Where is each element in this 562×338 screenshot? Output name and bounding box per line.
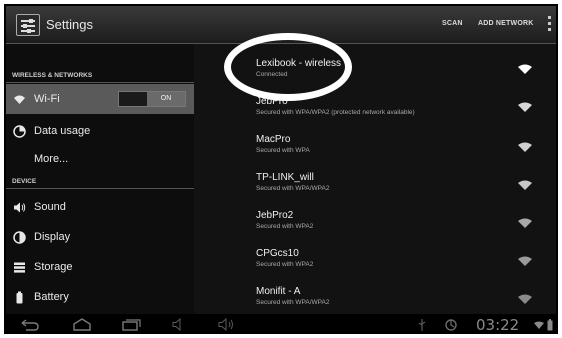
section-header-device: DEVICE — [12, 178, 37, 185]
add-network-button[interactable]: ADD NETWORK — [478, 20, 533, 27]
wifi-icon — [13, 93, 26, 106]
network-status: Secured with WPA2 — [256, 223, 314, 230]
sidebar-item-data-usage[interactable]: Data usage — [6, 116, 194, 146]
network-name: CPGcs10 — [256, 248, 299, 259]
network-item[interactable]: CPGcs10 Secured with WPA2 — [256, 248, 546, 268]
sidebar-item-display[interactable]: Display — [6, 222, 194, 252]
sidebar-item-storage[interactable]: Storage — [6, 252, 194, 282]
wifi-signal-icon — [518, 180, 532, 190]
sidebar-item-sound[interactable]: Sound — [6, 192, 194, 222]
sidebar-item-label: Sound — [34, 201, 66, 213]
wifi-signal-icon — [518, 64, 532, 74]
network-name: JebPro2 — [256, 210, 294, 221]
sidebar-item-label: Battery — [34, 291, 69, 303]
network-status: Secured with WPA — [256, 147, 310, 154]
section-header-wireless: WIRELESS & NETWORKS — [12, 72, 93, 79]
tablet-screen: Settings SCAN ADD NETWORK WIRELESS & NET… — [4, 4, 558, 334]
more-vertical-icon[interactable] — [548, 16, 552, 34]
wifi-signal-icon — [518, 256, 532, 266]
scan-button[interactable]: SCAN — [442, 20, 463, 27]
network-status: Secured with WPA/WPA2 — [256, 299, 330, 306]
network-name: Monifit - A — [256, 286, 301, 297]
wifi-signal-icon — [518, 218, 532, 228]
sync-icon — [445, 319, 457, 331]
network-item[interactable]: JebPro2 Secured with WPA2 — [256, 210, 546, 230]
network-status: Secured with WPA2 — [256, 261, 314, 268]
sidebar-item-label: More... — [34, 153, 69, 165]
clock: 03:22 — [476, 316, 520, 334]
wifi-status-icon — [534, 321, 544, 329]
sidebar-item-battery[interactable]: Battery — [6, 282, 194, 312]
toggle-on-label: ON — [147, 92, 185, 106]
sidebar-item-label: Data usage — [34, 125, 91, 137]
sidebar-item-label: Wi-Fi — [34, 93, 60, 105]
network-status: Secured with WPA/WPA2 (protected network… — [256, 109, 415, 116]
network-status: Secured with WPA/WPA2 — [256, 185, 330, 192]
battery-icon — [13, 291, 26, 304]
recent-apps-icon[interactable] — [122, 318, 142, 331]
home-icon[interactable] — [72, 318, 92, 331]
volume-down-icon[interactable] — [172, 318, 186, 331]
wifi-toggle[interactable]: ON — [118, 91, 186, 107]
storage-icon — [13, 261, 26, 274]
data-usage-icon — [13, 125, 26, 138]
usb-icon — [418, 319, 426, 331]
divider — [6, 188, 194, 189]
network-item[interactable]: MacPro Secured with WPA — [256, 134, 546, 154]
volume-up-icon[interactable] — [218, 318, 236, 331]
battery-status-icon — [547, 319, 553, 331]
wifi-signal-icon — [518, 142, 532, 152]
sidebar-item-label: Storage — [34, 261, 73, 273]
network-name: MacPro — [256, 134, 291, 145]
system-navigation-bar: 03:22 — [6, 314, 556, 334]
sidebar-item-wifi[interactable]: Wi-Fi ON — [6, 84, 194, 114]
highlight-circle — [224, 33, 352, 101]
brightness-icon — [13, 231, 26, 244]
sidebar-item-more[interactable]: More... — [6, 144, 194, 174]
network-item[interactable]: Monifit - A Secured with WPA/WPA2 — [256, 286, 546, 306]
settings-icon[interactable] — [16, 14, 40, 36]
divider — [6, 82, 194, 83]
network-item[interactable]: TP-LINK_will Secured with WPA/WPA2 — [256, 172, 546, 192]
sidebar-item-label: Display — [34, 231, 71, 243]
network-name: TP-LINK_will — [256, 172, 314, 183]
speaker-icon — [13, 201, 26, 214]
settings-sidebar: WIRELESS & NETWORKS Wi-Fi ON Data usage … — [6, 44, 194, 314]
wifi-signal-icon — [518, 294, 532, 304]
toggle-off-side — [119, 92, 149, 106]
wifi-signal-icon — [518, 102, 532, 112]
page-title: Settings — [46, 17, 93, 32]
back-icon[interactable] — [20, 319, 40, 331]
